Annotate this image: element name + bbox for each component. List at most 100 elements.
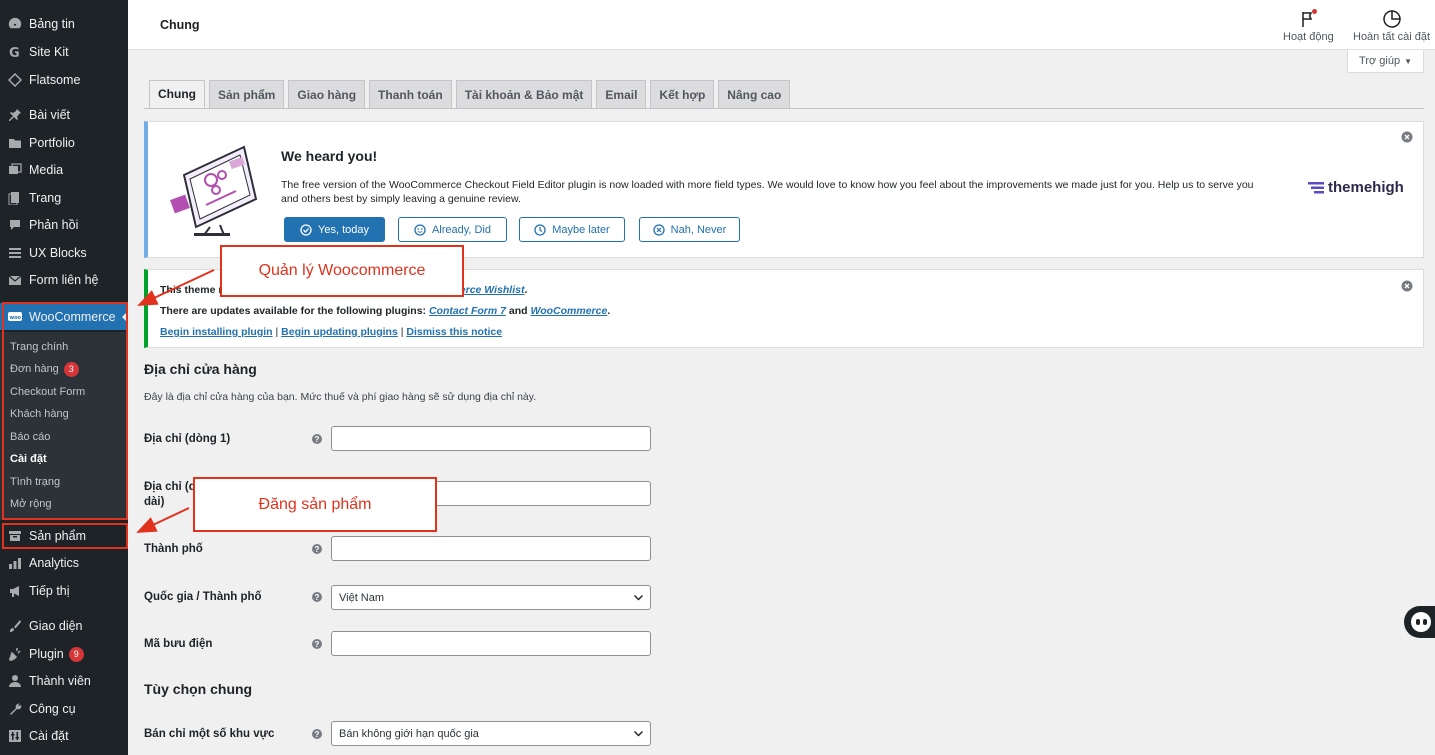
country-select[interactable]: Việt Nam [331,585,651,610]
tab-general[interactable]: Chung [149,80,205,108]
sidebar-item-tools[interactable]: Công cụ [0,696,128,722]
sidebar-item-label: Phản hồi [29,218,79,232]
country-select-value: Việt Nam [339,591,385,604]
monitor-illustration [166,135,266,237]
sidebar-item-label: Cài đặt [29,729,69,743]
chat-widget-button[interactable] [1404,606,1435,638]
sidebar-item-marketing[interactable]: Tiếp thị [0,578,128,604]
country-help-icon[interactable]: ? [312,592,322,602]
tab-integration[interactable]: Kết hợp [650,80,715,108]
finish-setup-button[interactable]: Hoàn tất cài đặt [1353,9,1430,43]
chevron-down-icon [633,728,644,739]
sidebar-item-label: Công cụ [29,702,76,716]
dashboard-icon [8,17,22,31]
post-product-callout: Đăng sản phẩm [193,477,437,532]
review-notice-title: We heard you! [281,148,378,164]
already-did-button[interactable]: Already, Did [398,217,507,242]
sidebar-item-site-kit[interactable]: G Site Kit [0,39,128,65]
flag-icon [1298,9,1318,29]
tab-products[interactable]: Sản phẩm [209,80,285,108]
sidebar-item-comments[interactable]: Phản hồi [0,212,128,238]
country-label: Quốc gia / Thành phố [144,591,262,603]
city-help-icon[interactable]: ? [312,544,322,554]
chat-bot-eye [1422,619,1427,625]
sidebar-item-analytics[interactable]: Analytics [0,550,128,576]
tab-advanced[interactable]: Nâng cao [718,80,791,108]
sidebar-item-plugins[interactable]: Plugin 9 [0,641,128,667]
help-tab-button[interactable]: Trợ giúp ▼ [1347,50,1424,73]
themehigh-logo: themehigh [1308,179,1404,196]
sidebar-item-users[interactable]: Thành viên [0,668,128,694]
sidebar-item-flatsome[interactable]: Flatsome [0,67,128,93]
megaphone-icon [8,584,22,598]
woocommerce-plugin-link[interactable]: WooCommerce [531,305,608,317]
city-input[interactable] [331,536,651,561]
nah-never-label: Nah, Never [670,223,727,236]
clock-icon [534,223,546,236]
tab-shipping[interactable]: Giao hàng [288,80,366,108]
page-icon [8,191,22,205]
address1-label: Địa chỉ (dòng 1) [144,433,231,445]
sidebar-item-settings[interactable]: Cài đặt [0,723,128,749]
yes-today-label: Yes, today [318,223,369,236]
contact-form-7-link[interactable]: Contact Form 7 [429,305,506,317]
sidebar-item-label: Flatsome [29,73,81,87]
sidebar-item-label: Analytics [29,556,80,570]
yes-today-button[interactable]: Yes, today [284,217,385,242]
dismiss-plugin-notice-icon[interactable] [1401,280,1413,292]
sidebar-item-portfolio[interactable]: Portfolio [0,130,128,156]
woo-manage-callout: Quản lý Woocommerce [220,245,464,297]
sidebar-item-ux-blocks[interactable]: UX Blocks [0,240,128,266]
sidebar-item-label: Trang [29,191,62,205]
sidebar-item-label: Plugin [29,647,64,661]
folder-icon [8,136,22,150]
sidebar-item-label: Tiếp thị [29,584,70,598]
sidebar-item-posts[interactable]: Bài viết [0,102,128,128]
themehigh-logo-text: themehigh [1328,179,1404,196]
sidebar-item-contact-form[interactable]: Form liên hệ [0,267,128,293]
address1-help-icon[interactable]: ? [312,434,322,444]
plugin-icon [8,647,22,661]
chat-bot-eye [1415,619,1420,625]
plugins-update-badge: 9 [68,646,84,662]
begin-installing-link[interactable]: Begin installing plugin [160,326,273,338]
sidebar-item-label: Giao diện [29,619,83,633]
svg-text:G: G [9,46,20,59]
dismiss-review-notice-icon[interactable] [1401,131,1413,143]
tabs-divider [144,108,1424,109]
sidebar-item-dashboard[interactable]: Bảng tin [0,11,128,37]
sidebar-item-pages[interactable]: Trang [0,185,128,211]
separator: | [272,326,282,338]
sell-locations-select[interactable]: Bán không giới hạn quốc gia [331,721,651,746]
sidebar-item-label: Site Kit [29,45,69,59]
sell-locations-value: Bán không giới hạn quốc gia [339,727,479,740]
postcode-input[interactable] [331,631,651,656]
sidebar-item-media[interactable]: Media [0,157,128,183]
store-address-description: Đây là địa chỉ cửa hàng của bạn. Mức thu… [144,391,537,403]
begin-updating-link[interactable]: Begin updating plugins [281,326,398,338]
activity-button[interactable]: Hoạt động [1283,9,1334,43]
products-highlight-box [2,523,128,549]
page-title: Chung [160,18,200,32]
dismiss-notice-link[interactable]: Dismiss this notice [406,326,502,338]
tab-payments[interactable]: Thanh toán [369,80,452,108]
address1-input[interactable] [331,426,651,451]
sidebar-item-label: Portfolio [29,136,75,150]
woocommerce-header: Chung Hoạt động Hoàn tất cài đặt [128,0,1435,50]
maybe-later-button[interactable]: Maybe later [519,217,625,242]
nah-never-button[interactable]: Nah, Never [639,217,740,242]
tab-emails[interactable]: Email [596,80,647,108]
sidebar-item-appearance[interactable]: Giao diện [0,613,128,639]
address2-label-line1: Địa chỉ (d [144,481,196,493]
pin-icon [8,108,22,122]
wrench-icon [8,702,22,716]
mail-icon [8,273,22,287]
sell-locations-help-icon[interactable]: ? [312,729,322,739]
tab-accounts-privacy[interactable]: Tài khoản & Bảo mật [455,80,593,108]
line1-period: . [524,284,528,296]
google-g-icon: G [8,45,22,59]
user-icon [8,674,22,688]
plugin-actions-line: Begin installing plugin | Begin updating… [160,326,502,338]
postcode-help-icon[interactable]: ? [312,639,322,649]
progress-circle-icon [1382,9,1402,29]
